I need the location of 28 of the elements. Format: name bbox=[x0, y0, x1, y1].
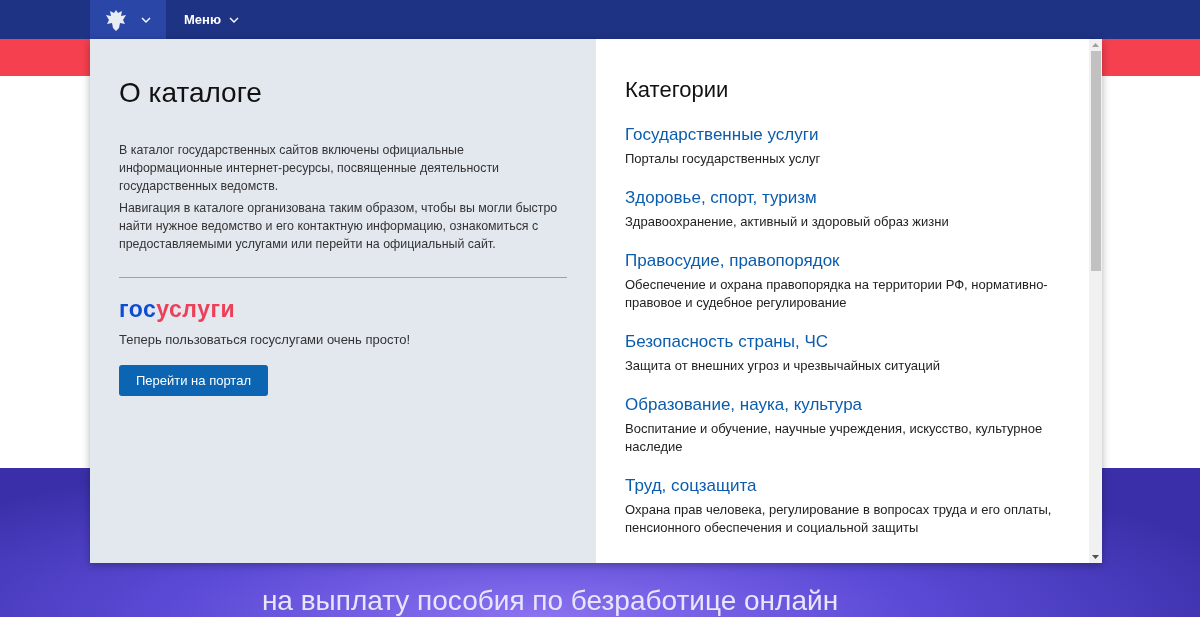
about-title: О каталоге bbox=[119, 77, 263, 109]
category-link[interactable]: Здоровье, спорт, туризм bbox=[625, 188, 817, 208]
about-paragraph: Навигация в каталоге организована таким образом, чтобы вы могли быстро найти нужное ведомство и его контактную информацию, ознакомиться с предоставляемыми услугами или перейти на официальный сайт. bbox=[119, 200, 559, 253]
categories-title: Категории bbox=[625, 77, 730, 103]
category-description: Воспитание и обучение, научные учреждения, искусство, культурное наследие bbox=[625, 420, 1044, 456]
category-description: Защита от внешних угроз и чрезвычайных ситуаций bbox=[625, 357, 941, 375]
category-link[interactable]: Безопасность страны, ЧС bbox=[625, 332, 829, 352]
category-link[interactable]: Государственные услуги bbox=[625, 125, 819, 145]
gosuslugi-logo: госуслуги bbox=[119, 296, 236, 322]
category-description: Здравоохранение, активный и здоровый образ жизни bbox=[625, 213, 950, 231]
emblem-button[interactable] bbox=[90, 0, 166, 39]
category-link[interactable]: Труд, соцзащита bbox=[625, 476, 757, 496]
category-description: Охрана прав человека, регулирование в вопросах труда и его оплаты, пенсионного обеспечения и социальной защиты bbox=[625, 501, 1053, 537]
scrollbar-thumb[interactable] bbox=[1090, 51, 1101, 271]
scroll-down-icon bbox=[1092, 555, 1099, 559]
scrollbar[interactable] bbox=[1089, 39, 1102, 563]
menu-button[interactable]: Меню bbox=[166, 0, 257, 39]
chevron-down-icon bbox=[141, 16, 151, 23]
category-link[interactable]: Правосудие, правопорядок bbox=[625, 251, 840, 271]
scroll-up-icon bbox=[1092, 43, 1099, 47]
category-description: Порталы государственных услуг bbox=[625, 150, 822, 168]
category-link[interactable]: Образование, наука, культура bbox=[625, 395, 863, 415]
category-description: Обеспечение и охрана правопорядка на территории РФ, нормативно-правовое и судебное регулирование bbox=[625, 276, 1049, 312]
about-paragraph: В каталог государственных сайтов включены официальные информационные интернет-ресурсы, посвященные деятельности государственных ведомств. bbox=[119, 142, 500, 195]
banner-subtitle: на выплату пособия по безработице онлайн bbox=[261, 585, 839, 617]
portal-button[interactable]: Перейти на портал bbox=[119, 365, 268, 396]
chevron-down-icon bbox=[229, 16, 239, 23]
promo-text: Теперь пользоваться госуслугами очень просто! bbox=[119, 332, 412, 347]
